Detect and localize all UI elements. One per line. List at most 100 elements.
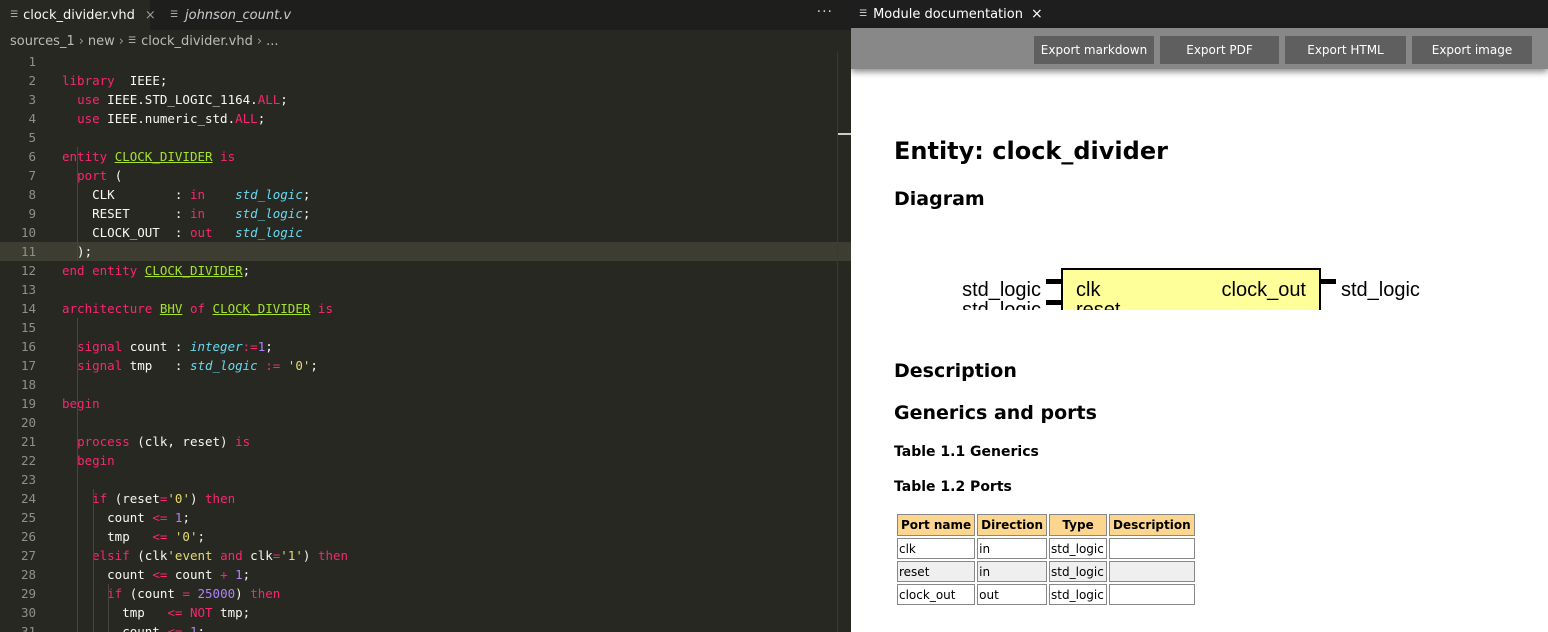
line-number: 15 (20, 320, 36, 335)
entity-title: Entity: clock_divider (894, 137, 1168, 165)
port-pin (1046, 279, 1062, 284)
table-cell: std_logic (1049, 538, 1108, 559)
code-line[interactable]: 5 (0, 128, 851, 147)
more-actions-icon[interactable]: ··· (817, 4, 833, 20)
code-text: use IEEE.STD_LOGIC_1164.ALL; (62, 90, 288, 109)
doc-tab-bar: ☰ Module documentation × (851, 0, 1548, 28)
code-text: process (clk, reset) is (62, 432, 250, 451)
breadcrumb-item[interactable]: ... (266, 34, 278, 49)
code-line[interactable]: 31 count <= 1; (0, 622, 851, 632)
code-token: tmp (62, 529, 153, 544)
chevron-right-icon: › (78, 33, 84, 49)
code-line[interactable]: 7 port ( (0, 166, 851, 185)
code-line[interactable]: 17 signal tmp : std_logic := '0'; (0, 356, 851, 375)
export-image-button[interactable]: Export image (1412, 36, 1532, 64)
code-text: if (reset='0') then (62, 489, 235, 508)
breadcrumb: sources_1 › new › ☰ clock_divider.vhd › … (10, 31, 278, 51)
breadcrumb-item[interactable]: new (88, 34, 115, 49)
export-toolbar: Export markdown Export PDF Export HTML E… (851, 28, 1548, 69)
breadcrumb-item[interactable]: clock_divider.vhd (141, 34, 253, 49)
line-number: 14 (20, 301, 36, 316)
code-line[interactable]: 26 tmp <= '0'; (0, 527, 851, 546)
code-token: ALL (257, 92, 281, 107)
line-number: 4 (28, 111, 36, 126)
code-line[interactable]: 11 ); (0, 242, 851, 261)
code-line[interactable]: 3 use IEEE.STD_LOGIC_1164.ALL; (0, 90, 851, 109)
code-line[interactable]: 1 (0, 52, 851, 71)
code-token: use (77, 111, 100, 126)
code-token: if (92, 491, 108, 506)
code-token: count : (122, 339, 190, 354)
code-line[interactable]: 18 (0, 375, 851, 394)
code-line[interactable]: 20 (0, 413, 851, 432)
code-line[interactable]: 19 begin (0, 394, 851, 413)
line-number: 20 (20, 415, 36, 430)
export-pdf-button[interactable]: Export PDF (1160, 36, 1279, 64)
code-line[interactable]: 22 begin (0, 451, 851, 470)
code-token: ; (265, 339, 273, 354)
code-line[interactable]: 30 tmp <= NOT tmp; (0, 603, 851, 622)
code-line[interactable]: 21 process (clk, reset) is (0, 432, 851, 451)
code-line[interactable]: 15 (0, 318, 851, 337)
code-token: entity (62, 149, 108, 164)
code-line[interactable]: 23 (0, 470, 851, 489)
code-line[interactable]: 8 CLK : in std_logic; (0, 185, 851, 204)
code-line[interactable]: 27 elsif (clk'event and clk='1') then (0, 546, 851, 565)
code-token: tmp; (212, 605, 251, 620)
code-token: BHV (159, 301, 183, 316)
breadcrumb-item[interactable]: sources_1 (10, 34, 75, 49)
line-number: 22 (20, 453, 36, 468)
code-line[interactable]: 28 count <= count + 1; (0, 565, 851, 584)
code-token: := (242, 339, 258, 354)
code-line[interactable]: 10 CLOCK_OUT : out std_logic (0, 223, 851, 242)
code-token: CLOCK_DIVIDER (212, 301, 311, 316)
port-reset-label: reset (1076, 299, 1121, 310)
tab-clock-divider[interactable]: ☰ clock_divider.vhd × (0, 0, 156, 30)
code-line[interactable]: 4 use IEEE.numeric_std.ALL; (0, 109, 851, 128)
code-token: is (235, 434, 251, 449)
code-line[interactable]: 13 (0, 280, 851, 299)
indent-guide (93, 489, 94, 632)
tab-label: johnson_count.v (185, 7, 292, 23)
column-header: Type (1049, 514, 1108, 536)
code-line[interactable]: 16 signal count : integer:=1; (0, 337, 851, 356)
code-text: entity CLOCK_DIVIDER is (62, 147, 235, 166)
code-token: signal (77, 358, 123, 373)
code-line[interactable]: 14 architecture BHV of CLOCK_DIVIDER is (0, 299, 851, 318)
code-token: process (77, 434, 130, 449)
code-line[interactable]: 2 library IEEE; (0, 71, 851, 90)
tab-label: clock_divider.vhd (23, 7, 135, 23)
overview-ruler[interactable] (837, 52, 838, 632)
code-area[interactable]: 1 2 library IEEE; 3 use IEEE.STD_LOGIC_1164… (0, 52, 851, 632)
export-html-button[interactable]: Export HTML (1285, 36, 1406, 64)
code-token: := (257, 358, 281, 373)
code-line[interactable]: 24 if (reset='0') then (0, 489, 851, 508)
code-token: <= (152, 529, 168, 544)
line-number: 7 (28, 168, 36, 183)
tab-johnson-count[interactable]: ☰ johnson_count.v (160, 0, 310, 30)
export-markdown-button[interactable]: Export markdown (1034, 36, 1154, 64)
tab-module-documentation[interactable]: ☰ Module documentation × (851, 0, 1051, 28)
code-token: ALL (235, 111, 258, 126)
close-icon[interactable]: × (145, 8, 156, 23)
code-line[interactable]: 29 if (count = 25000) then (0, 584, 851, 603)
code-token: = (182, 586, 190, 601)
file-lines-icon: ☰ (170, 9, 179, 20)
code-line[interactable]: 6 entity CLOCK_DIVIDER is (0, 147, 851, 166)
code-token: clk (242, 548, 273, 563)
line-number: 23 (20, 472, 36, 487)
code-token: ; (302, 187, 311, 202)
code-line[interactable]: 25 count <= 1; (0, 508, 851, 527)
code-token: ; (197, 529, 206, 544)
code-line[interactable]: 9 RESET : in std_logic; (0, 204, 851, 223)
indent-guide (77, 147, 78, 261)
code-line[interactable]: 12 end entity CLOCK_DIVIDER; (0, 261, 851, 280)
close-icon[interactable]: × (1031, 6, 1043, 22)
